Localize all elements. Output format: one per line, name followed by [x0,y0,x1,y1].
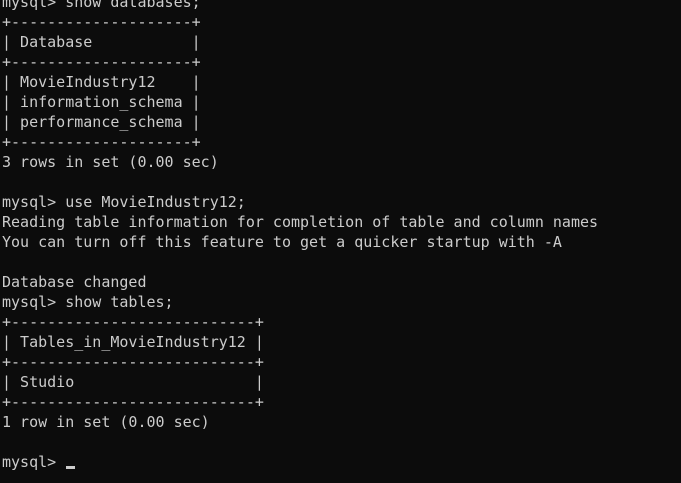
prompt: mysql> [2,453,66,471]
table-border: +--------------------+ [2,13,201,31]
command-input-line[interactable]: mysql> [2,452,681,472]
info-message: Database changed [2,273,147,291]
table-header-row: | Database | [2,33,201,51]
table-row: | Studio | [2,373,264,391]
table-border: +--------------------+ [2,133,201,151]
terminal-line: mysql> show tables; [2,293,174,311]
table-row: | MovieIndustry12 | [2,73,201,91]
terminal-line: mysql> show databases; [2,0,201,11]
terminal-window[interactable]: mysql> show databases; +----------------… [0,0,681,475]
result-summary: 1 row in set (0.00 sec) [2,413,210,431]
table-row: | information_schema | [2,93,201,111]
table-border: +---------------------------+ [2,353,264,371]
table-border: +---------------------------+ [2,393,264,411]
table-header-row: | Tables_in_MovieIndustry12 | [2,333,264,351]
terminal-line: mysql> use MovieIndustry12; [2,193,246,211]
table-border: +---------------------------+ [2,313,264,331]
cursor [66,466,76,469]
table-border: +--------------------+ [2,53,201,71]
result-summary: 3 rows in set (0.00 sec) [2,153,219,171]
info-message: You can turn off this feature to get a q… [2,233,562,251]
table-row: | performance_schema | [2,113,201,131]
info-message: Reading table information for completion… [2,213,599,231]
